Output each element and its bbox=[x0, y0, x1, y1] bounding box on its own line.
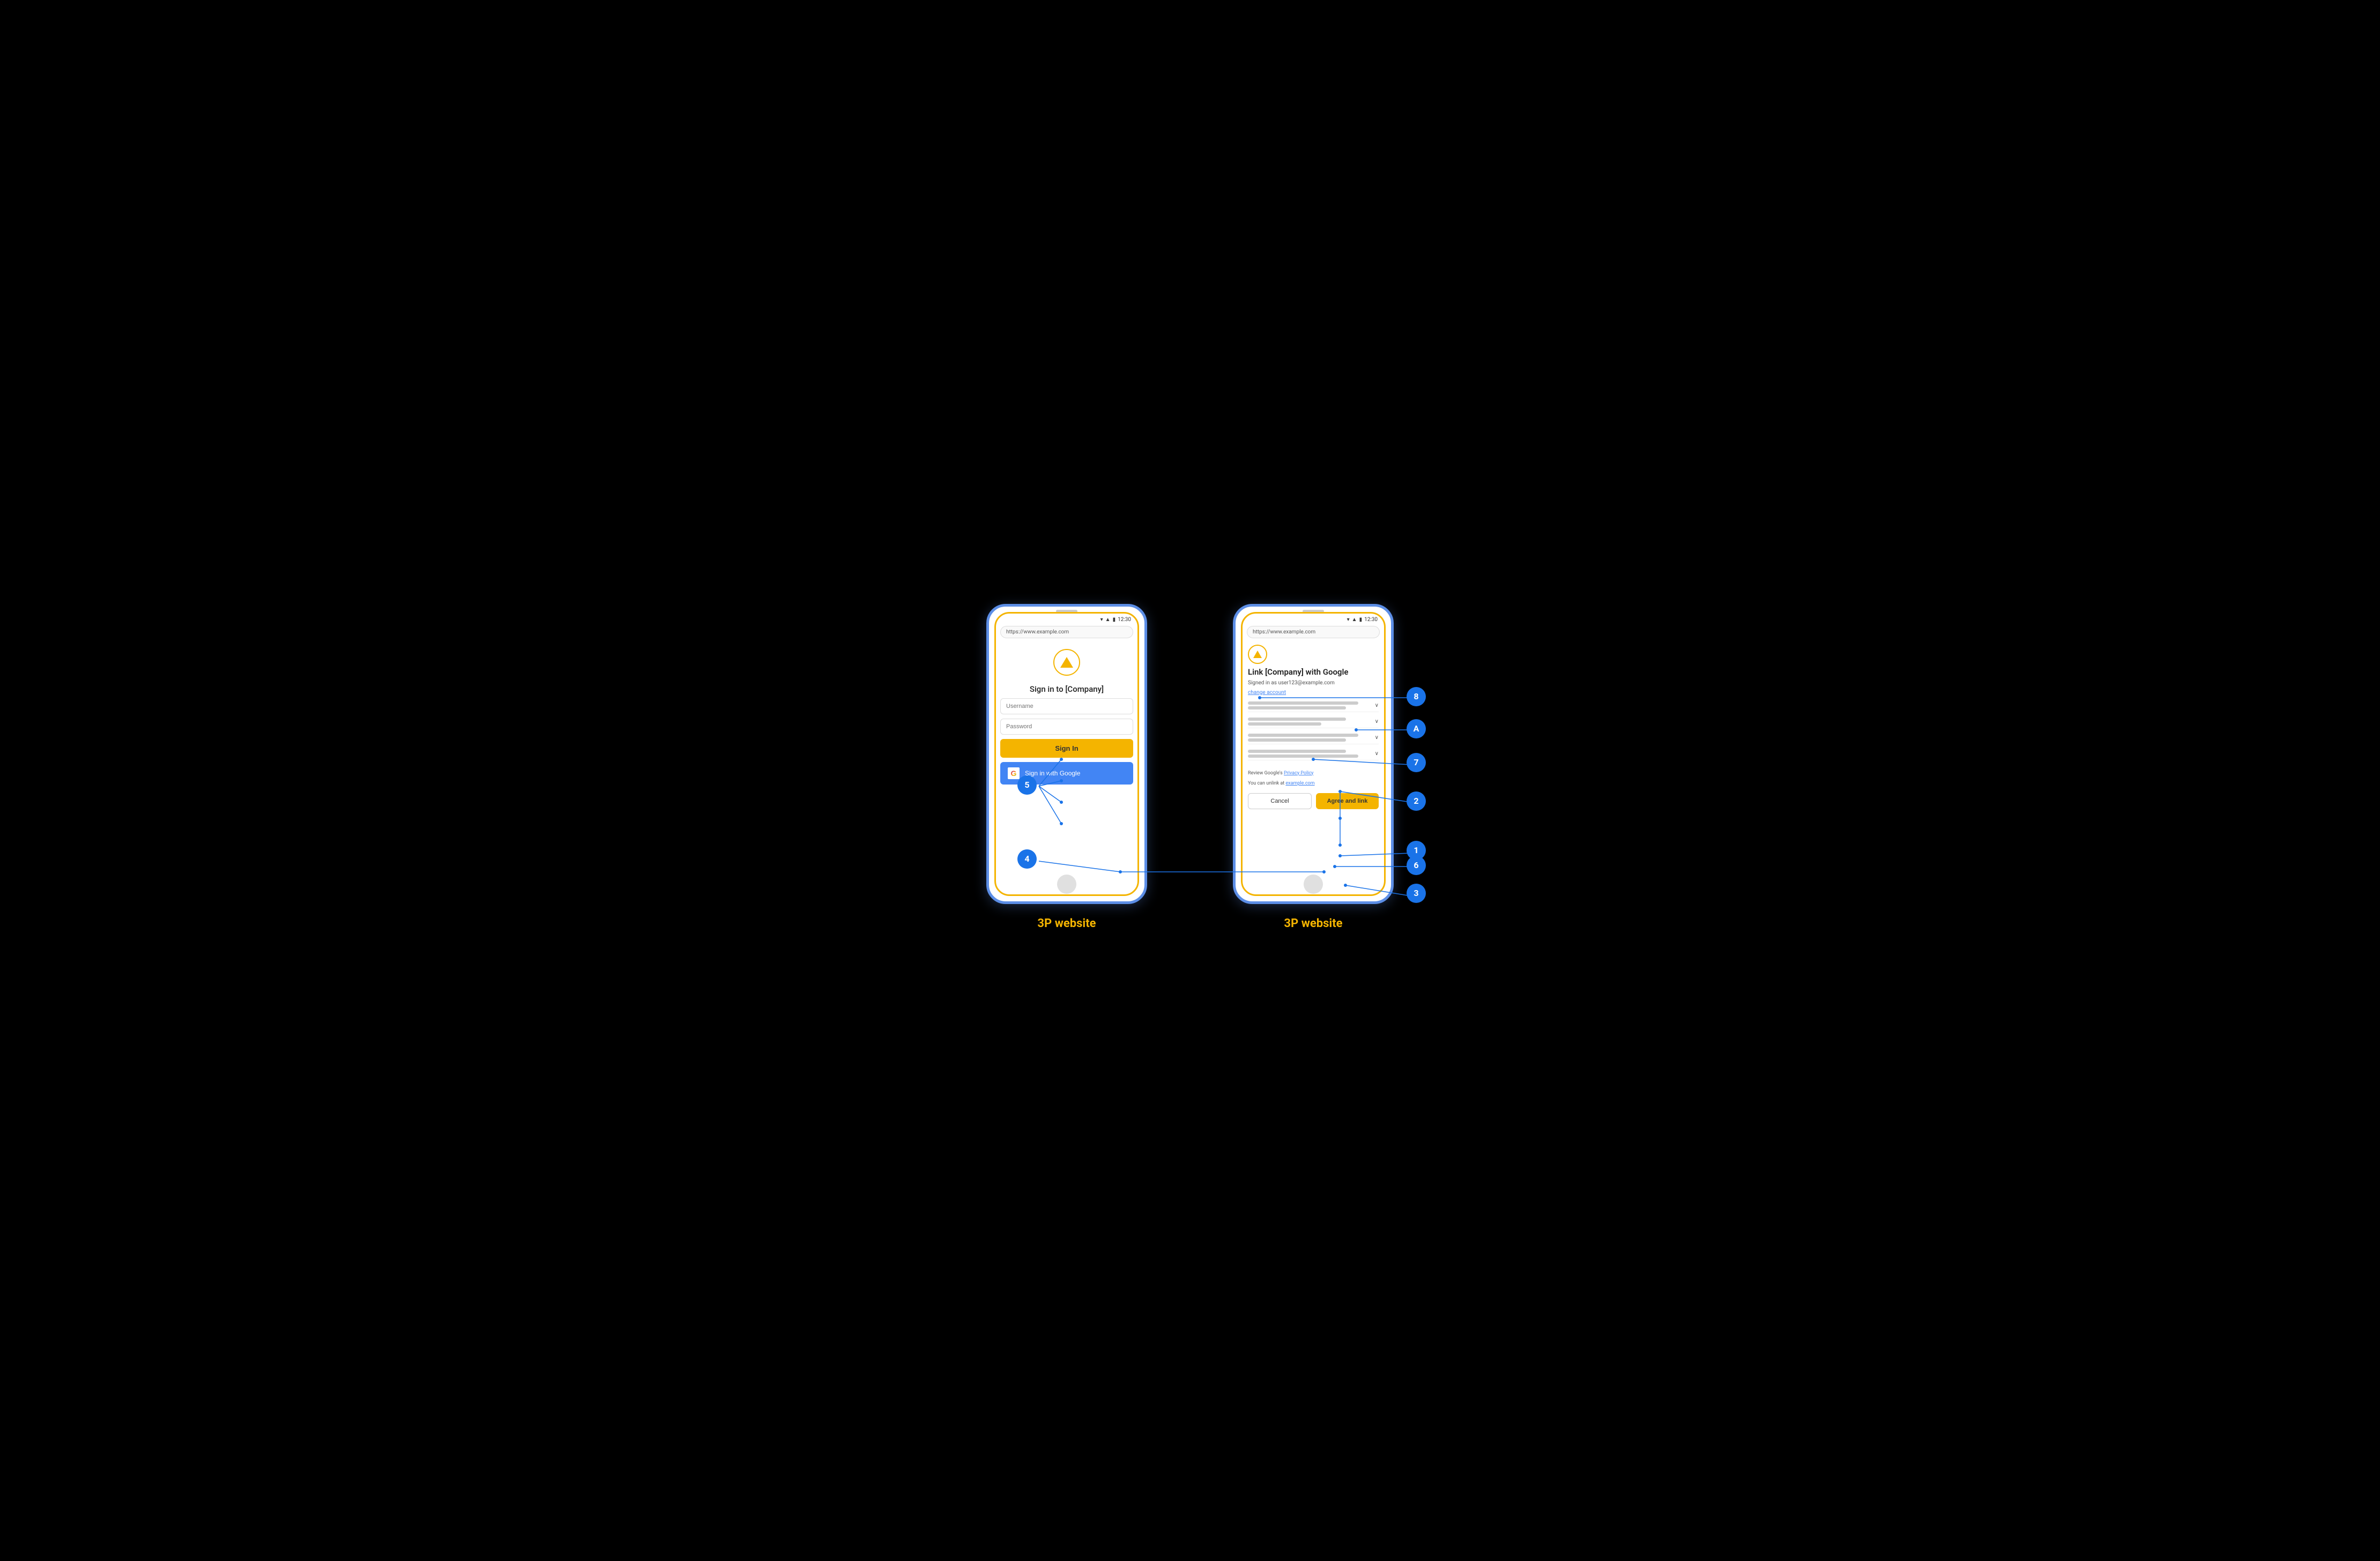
perm-line bbox=[1248, 706, 1346, 709]
perm-lines-1 bbox=[1248, 701, 1371, 709]
phone2-url-text: https://www.example.com bbox=[1253, 629, 1315, 635]
unlink-text: You can unlink at example.com bbox=[1248, 780, 1379, 788]
phone1-logo-triangle bbox=[1060, 657, 1073, 668]
perm-line bbox=[1248, 722, 1321, 726]
badge-8: 8 bbox=[1407, 687, 1426, 706]
permission-row-2: ∨ bbox=[1248, 715, 1379, 728]
phone2-wifi-icon: ▾ bbox=[1347, 617, 1350, 623]
unlink-link[interactable]: example.com bbox=[1285, 781, 1314, 786]
privacy-prefix: Review Google's bbox=[1248, 771, 1284, 776]
phone1-time: 12:30 bbox=[1118, 617, 1131, 623]
phone2-inner: ▾ ▲ ▮ 12:30 https://www.example.com bbox=[1241, 612, 1386, 896]
phone1-signal-icon: ▲ bbox=[1105, 617, 1111, 623]
change-account-link[interactable]: change account bbox=[1248, 690, 1286, 696]
google-icon-wrap: G bbox=[1008, 767, 1020, 779]
phone1-wifi-icon: ▾ bbox=[1100, 617, 1103, 623]
perm-lines-4 bbox=[1248, 750, 1371, 758]
unlink-prefix: You can unlink at bbox=[1248, 781, 1285, 786]
password-input[interactable] bbox=[1000, 719, 1133, 735]
badge-4: 4 bbox=[1017, 849, 1037, 869]
phone2-url-bar[interactable]: https://www.example.com bbox=[1247, 626, 1380, 638]
perm-line bbox=[1248, 755, 1358, 758]
phone2-status-bar: ▾ ▲ ▮ 12:30 bbox=[1243, 614, 1384, 624]
perm-lines-2 bbox=[1248, 718, 1371, 726]
perm-line bbox=[1248, 734, 1358, 737]
phone2-title: Link [Company] with Google bbox=[1248, 667, 1379, 677]
diagram-wrapper: ▾ ▲ ▮ 12:30 https://www.example.com bbox=[949, 593, 1431, 968]
perm-line bbox=[1248, 750, 1346, 753]
phone1-screen-content: Sign in to [Company] Sign In G Sign in w… bbox=[996, 640, 1137, 789]
phone1-label: 3P website bbox=[1037, 917, 1096, 930]
badge-2: 2 bbox=[1407, 791, 1426, 811]
phone1-title: Sign in to [Company] bbox=[1030, 684, 1104, 694]
perm-line bbox=[1248, 718, 1346, 721]
phone1: ▾ ▲ ▮ 12:30 https://www.example.com bbox=[986, 604, 1147, 904]
phone1-status-bar: ▾ ▲ ▮ 12:30 bbox=[996, 614, 1137, 624]
perm-line bbox=[1248, 738, 1346, 742]
phones-row: ▾ ▲ ▮ 12:30 https://www.example.com bbox=[949, 593, 1431, 930]
username-input[interactable] bbox=[1000, 698, 1133, 714]
phone2-time: 12:30 bbox=[1364, 617, 1378, 623]
phone2-signal-icon: ▲ bbox=[1352, 617, 1357, 623]
chevron-icon-1[interactable]: ∨ bbox=[1375, 703, 1379, 708]
phone2-section: ▾ ▲ ▮ 12:30 https://www.example.com bbox=[1233, 604, 1394, 930]
phone2-buttons: Cancel Agree and link bbox=[1248, 793, 1379, 809]
badge-6: 6 bbox=[1407, 856, 1426, 875]
badge-5: 5 bbox=[1017, 775, 1037, 795]
phone2-logo-triangle bbox=[1253, 651, 1262, 658]
phone2-label: 3P website bbox=[1284, 917, 1342, 930]
privacy-policy-text: Review Google's Privacy Policy bbox=[1248, 770, 1379, 778]
phone1-url-text: https://www.example.com bbox=[1006, 629, 1069, 635]
phone2-company-logo bbox=[1248, 645, 1267, 664]
phone1-inner: ▾ ▲ ▮ 12:30 https://www.example.com bbox=[994, 612, 1139, 896]
cancel-button[interactable]: Cancel bbox=[1248, 793, 1312, 809]
badge-7: 7 bbox=[1407, 753, 1426, 772]
privacy-policy-link[interactable]: Privacy Policy bbox=[1284, 771, 1313, 776]
phone2-header bbox=[1248, 645, 1379, 664]
phone1-company-logo bbox=[1053, 649, 1080, 676]
signed-in-container: Signed in as user123@example.com change … bbox=[1248, 680, 1379, 696]
permission-row-3: ∨ bbox=[1248, 731, 1379, 744]
badge-A: A bbox=[1407, 719, 1426, 738]
phone2: ▾ ▲ ▮ 12:30 https://www.example.com bbox=[1233, 604, 1394, 904]
phone1-section: ▾ ▲ ▮ 12:30 https://www.example.com bbox=[986, 604, 1147, 930]
permission-row-4: ∨ bbox=[1248, 748, 1379, 760]
google-btn-label: Sign in with Google bbox=[1025, 770, 1080, 777]
phone1-url-bar[interactable]: https://www.example.com bbox=[1000, 626, 1133, 638]
phone2-battery-icon: ▮ bbox=[1359, 617, 1363, 623]
perm-lines-3 bbox=[1248, 734, 1371, 742]
phone1-battery-icon: ▮ bbox=[1113, 617, 1116, 623]
permission-row-1: ∨ bbox=[1248, 699, 1379, 712]
perm-line bbox=[1248, 701, 1358, 705]
phone1-home-button[interactable] bbox=[1057, 875, 1076, 894]
google-g-icon: G bbox=[1011, 769, 1017, 778]
chevron-icon-4[interactable]: ∨ bbox=[1375, 751, 1379, 757]
chevron-icon-3[interactable]: ∨ bbox=[1375, 735, 1379, 741]
sign-in-button[interactable]: Sign In bbox=[1000, 739, 1133, 758]
badge-3: 3 bbox=[1407, 884, 1426, 903]
phone2-screen-content: Link [Company] with Google Signed in as … bbox=[1243, 640, 1384, 813]
signed-in-text: Signed in as user123@example.com bbox=[1248, 680, 1379, 686]
phone2-home-button[interactable] bbox=[1304, 875, 1323, 894]
agree-link-button[interactable]: Agree and link bbox=[1316, 793, 1379, 809]
chevron-icon-2[interactable]: ∨ bbox=[1375, 719, 1379, 725]
